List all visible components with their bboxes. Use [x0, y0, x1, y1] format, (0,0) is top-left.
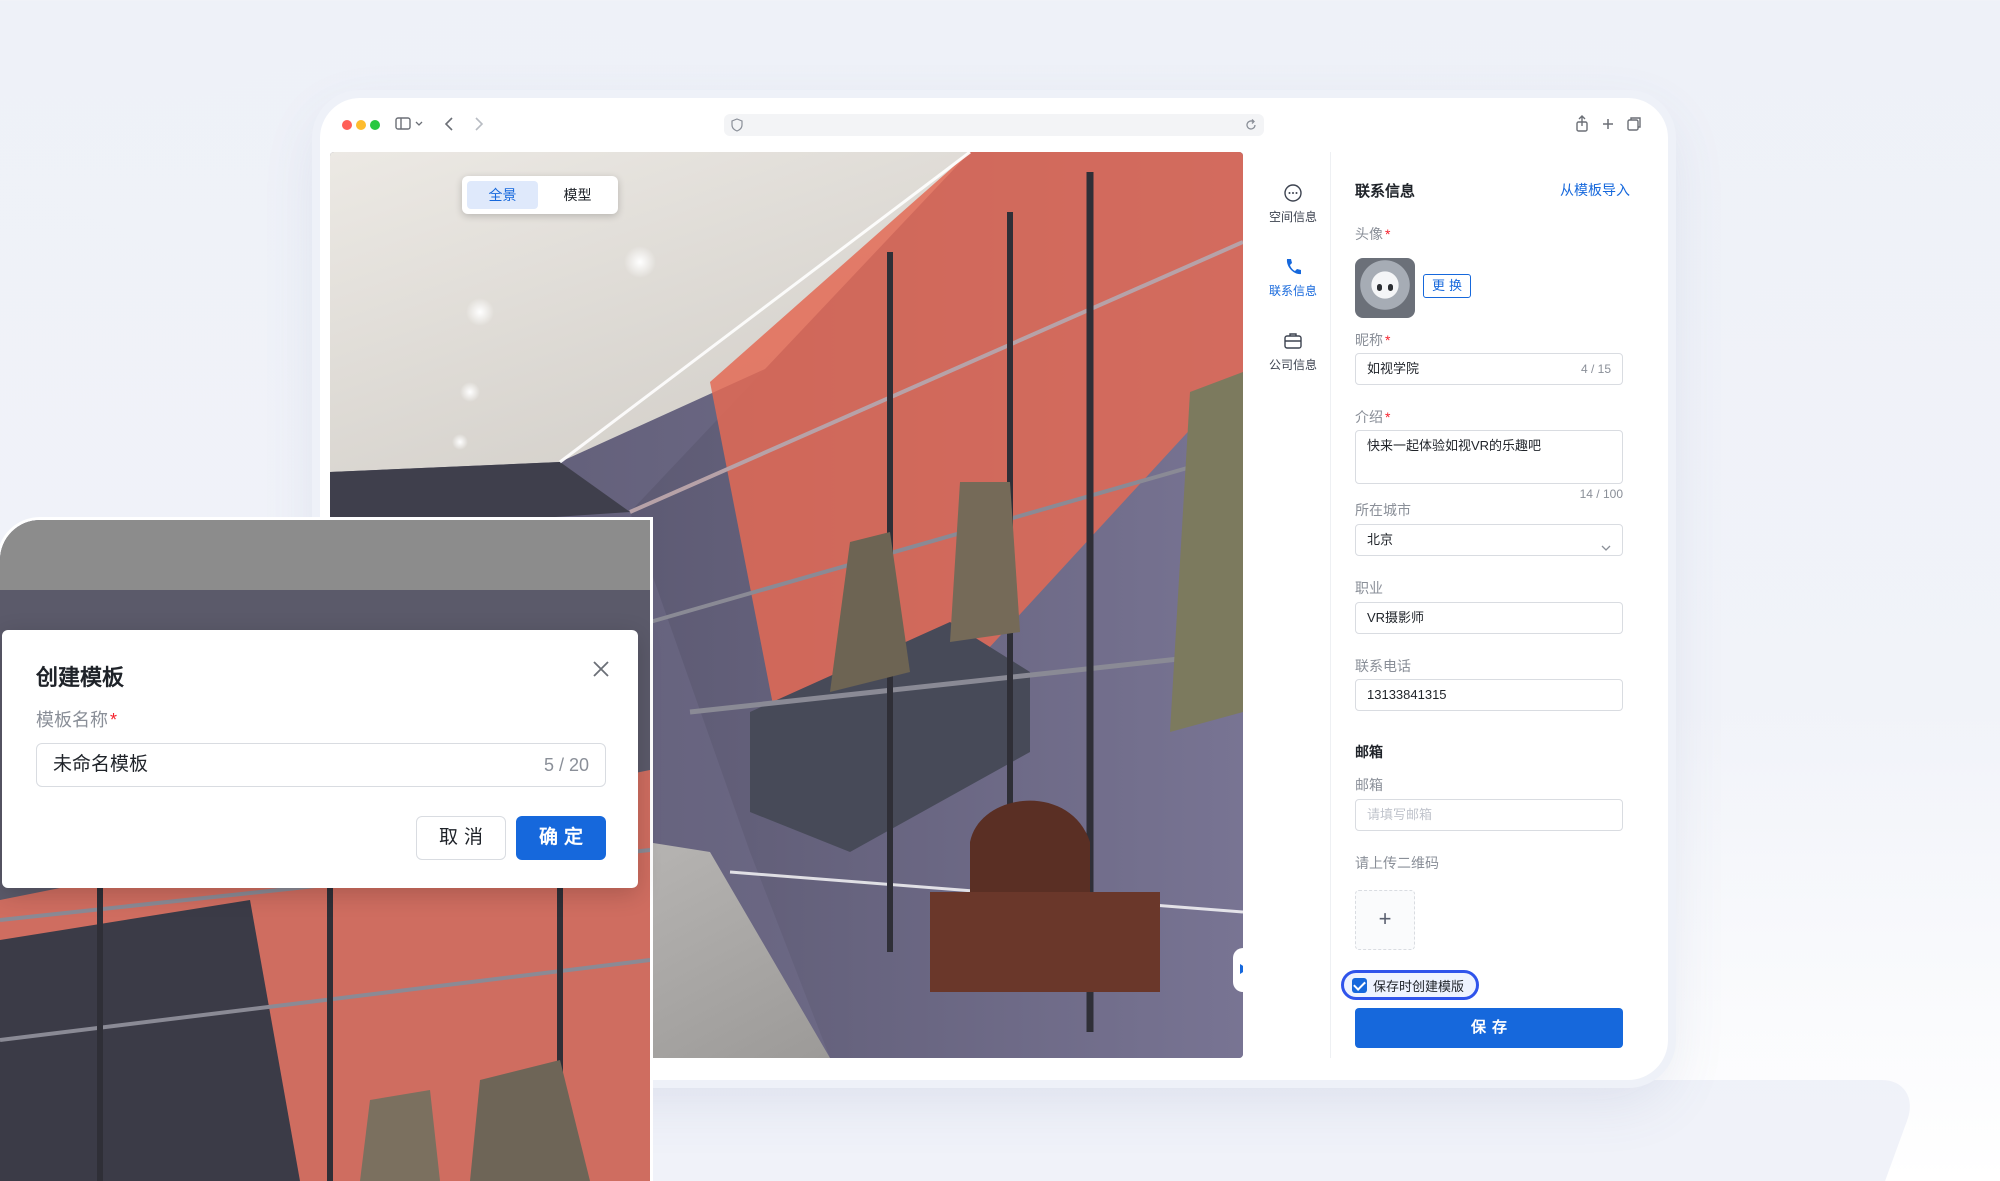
checkbox-label: 保存时创建模版 — [1373, 978, 1465, 994]
avatar-label: 头像 * — [1355, 226, 1391, 242]
city-label: 所在城市 — [1355, 502, 1411, 518]
minimize-window-dot[interactable] — [356, 120, 366, 130]
city-select[interactable]: 北京 — [1355, 524, 1623, 556]
side-navigation: 空间信息 联系信息 公司信息 — [1255, 152, 1331, 1058]
save-button[interactable]: 保存 — [1355, 1008, 1623, 1048]
sidebar-item-company-info[interactable]: 公司信息 — [1255, 330, 1331, 374]
plus-icon: + — [1378, 906, 1392, 931]
email-section-heading: 邮箱 — [1355, 744, 1383, 760]
intro-label: 介绍 * — [1355, 409, 1391, 425]
view-mode-toggle: 全景 模型 — [462, 176, 618, 214]
play-arrow-icon — [1240, 964, 1243, 974]
new-tab-icon[interactable] — [1596, 112, 1620, 136]
checkbox-checked-icon — [1352, 977, 1367, 993]
qrcode-label: 请上传二维码 — [1355, 855, 1439, 871]
address-bar[interactable] — [724, 114, 1264, 136]
import-from-template-link[interactable]: 从模板导入 — [1560, 180, 1630, 200]
change-avatar-button[interactable]: 更换 — [1423, 274, 1471, 298]
avatar-eye — [1388, 284, 1393, 291]
avatar-eye — [1377, 284, 1382, 291]
email-label: 邮箱 — [1355, 777, 1383, 793]
job-input[interactable]: VR摄影师 — [1355, 602, 1623, 634]
cancel-button[interactable]: 取消 — [416, 816, 506, 860]
close-window-dot[interactable] — [342, 120, 352, 130]
briefcase-icon — [1282, 330, 1304, 352]
sidebar-item-space-info[interactable]: 空间信息 — [1255, 182, 1331, 226]
phone-icon — [1282, 256, 1304, 278]
share-icon[interactable] — [1570, 112, 1594, 136]
chevron-down-icon — [1600, 535, 1612, 551]
tab-overview-icon[interactable] — [1622, 112, 1646, 136]
phone-input[interactable]: 13133841315 — [1355, 679, 1623, 711]
qrcode-upload[interactable]: + — [1355, 890, 1415, 950]
create-template-dialog: 创建模板 模板名称 * 未命名模板 5 / 20 取消 确定 — [2, 630, 638, 888]
phone-label: 联系电话 — [1355, 658, 1411, 674]
back-icon[interactable] — [438, 112, 462, 136]
nickname-label: 昵称 * — [1355, 332, 1391, 348]
contact-info-form: 联系信息 从模板导入 头像 * 更换 昵称 * 如视学院 4 / 15 介绍 * 快来… — [1331, 152, 1668, 1058]
sidebar-item-label: 空间信息 — [1268, 210, 1317, 224]
email-input[interactable]: 请填写邮箱 — [1355, 799, 1623, 831]
background-slab — [578, 1080, 1922, 1181]
chat-bubble-icon — [1282, 182, 1304, 204]
close-icon[interactable] — [590, 658, 612, 680]
sidebar-toggle-icon[interactable] — [394, 112, 428, 136]
zoom-window-dot[interactable] — [370, 120, 380, 130]
reload-icon[interactable] — [1244, 118, 1258, 132]
dialog-title: 创建模板 — [36, 665, 125, 690]
browser-titlebar — [320, 98, 1668, 152]
sidebar-item-label: 联系信息 — [1268, 284, 1317, 298]
nickname-input[interactable]: 如视学院 4 / 15 — [1355, 353, 1623, 385]
tab-panorama[interactable]: 全景 — [467, 181, 538, 209]
form-title: 联系信息 — [1355, 183, 1416, 200]
template-name-char-count: 5 / 20 — [543, 755, 589, 775]
sidebar-item-label: 公司信息 — [1268, 358, 1317, 372]
tab-model[interactable]: 模型 — [542, 181, 613, 209]
template-name-input[interactable]: 未命名模板 5 / 20 — [36, 743, 606, 787]
job-label: 职业 — [1355, 580, 1383, 596]
shield-icon — [730, 118, 744, 132]
intro-textarea[interactable]: 快来一起体验如视VR的乐趣吧 — [1355, 430, 1623, 484]
collapse-panel-handle[interactable] — [1233, 948, 1243, 992]
save-as-template-checkbox[interactable]: 保存时创建模版 — [1341, 970, 1480, 1000]
sidebar-item-contact-info[interactable]: 联系信息 — [1255, 256, 1331, 300]
confirm-button[interactable]: 确定 — [516, 816, 606, 860]
nickname-char-count: 4 / 15 — [1580, 362, 1611, 376]
forward-icon[interactable] — [466, 112, 490, 136]
intro-char-count: 14 / 100 — [1579, 487, 1623, 501]
avatar — [1355, 258, 1415, 318]
template-name-label: 模板名称 * — [36, 710, 118, 730]
